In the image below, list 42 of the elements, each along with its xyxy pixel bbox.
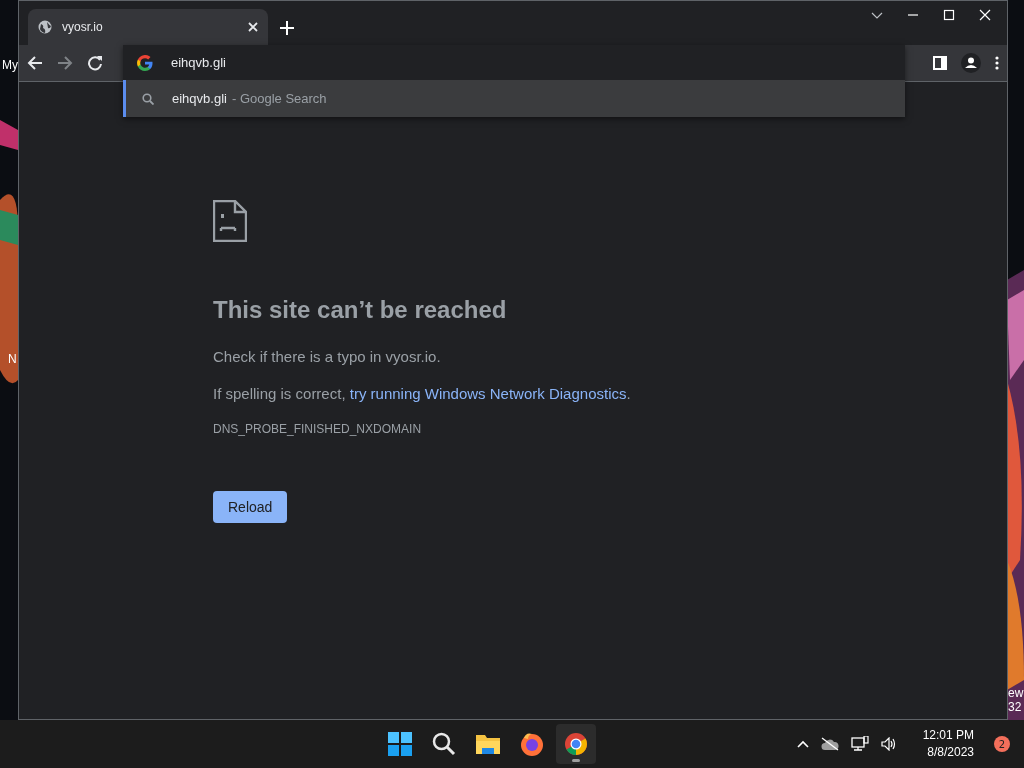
desktop-icon-label[interactable]: ew: [1008, 686, 1024, 700]
back-arrow-icon[interactable]: [27, 55, 43, 71]
google-g-icon: [137, 54, 153, 71]
taskbar-app[interactable]: [556, 724, 597, 764]
windows-logo-icon: [388, 732, 413, 756]
reload-button[interactable]: Reload: [213, 491, 288, 523]
notification-badge[interactable]: 2: [994, 736, 1010, 752]
globe-icon: [38, 20, 52, 34]
network-icon[interactable]: [850, 736, 869, 752]
chevron-up-icon[interactable]: [796, 740, 809, 748]
sad-page-icon: [213, 200, 247, 242]
tab-title: vyosr.io: [62, 20, 104, 34]
clock-time[interactable]: 12:01 PM: [922, 727, 974, 744]
desktop-icon-label[interactable]: N: [8, 352, 17, 366]
fox-globe-icon: [520, 732, 545, 756]
new-tab-icon[interactable]: [280, 21, 294, 35]
error-hint: Check if there is a typo in vyosr.io.: [213, 348, 442, 365]
browser-tab[interactable]: vyosr.io: [28, 9, 268, 45]
diagnostics-sentence: If spelling is correct, try running Windows Network Diagnostics.: [213, 385, 632, 402]
clock-date[interactable]: 8/8/2023: [927, 744, 974, 761]
diagnostics-link[interactable]: try running Windows Network Diagnostics: [349, 385, 627, 402]
error-code: DNS_PROBE_FINISHED_NXDOMAIN: [213, 422, 423, 436]
folder-icon: [476, 732, 501, 756]
suggestion-source: - Google Search: [231, 91, 327, 106]
search-suggestion[interactable]: eihqvb.gli - Google Search: [123, 80, 905, 117]
search-icon: [142, 92, 154, 105]
error-heading: This site can’t be reached: [213, 296, 508, 324]
address-field[interactable]: eihqvb.gli: [171, 55, 471, 70]
menu-icon[interactable]: [995, 56, 999, 70]
search-icon: [432, 732, 457, 756]
side-panel-icon[interactable]: [933, 56, 947, 70]
chrome-logo-icon: [564, 732, 589, 756]
forward-arrow-icon[interactable]: [57, 55, 73, 71]
cloud-off-icon[interactable]: [820, 737, 839, 751]
suggestion-query: eihqvb.gli: [172, 91, 227, 106]
speaker-icon[interactable]: [880, 737, 897, 751]
reload-icon[interactable]: [87, 55, 103, 71]
desktop-icon-label[interactable]: 32: [1008, 700, 1022, 714]
maximize-icon[interactable]: [943, 9, 955, 21]
desktop-icon-label[interactable]: My: [2, 58, 18, 72]
profile-icon[interactable]: [961, 53, 981, 73]
close-icon[interactable]: [248, 22, 258, 32]
